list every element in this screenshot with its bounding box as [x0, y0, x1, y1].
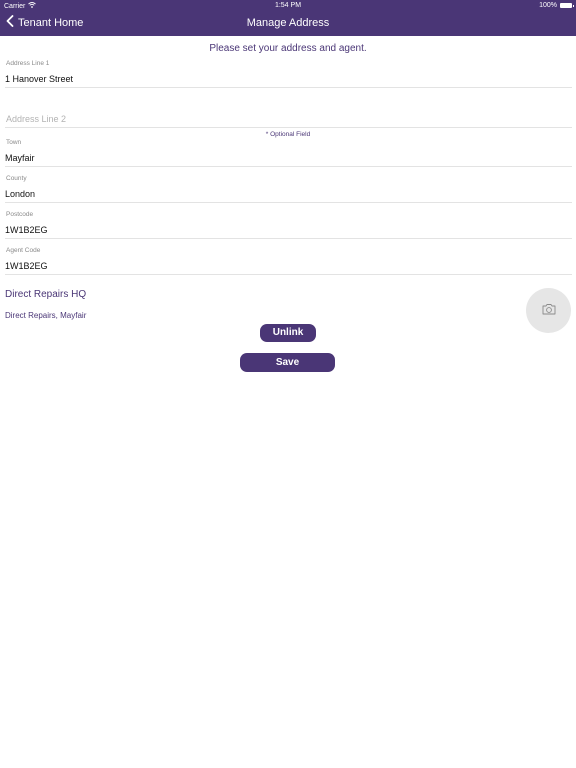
header: Carrier 1:54 PM 100% Tenant Home Manage … [0, 0, 576, 36]
battery-icon [560, 3, 574, 8]
postcode-value: 1W1B2EG [5, 225, 48, 235]
battery-percent: 100% [539, 2, 557, 9]
status-right: 100% [539, 2, 574, 9]
town-value: Mayfair [5, 153, 35, 163]
agent-code-label: Agent Code [6, 247, 41, 254]
address-line-1-value: 1 Hanover Street [5, 74, 74, 84]
agent-code-field[interactable]: Agent Code 1W1B2EG [5, 245, 572, 275]
manage-address-screen: Carrier 1:54 PM 100% Tenant Home Manage … [0, 0, 576, 768]
address-line-1-label: Address Line 1 [6, 60, 50, 67]
camera-icon [542, 302, 556, 320]
status-time: 1:54 PM [274, 2, 302, 9]
address-line-2-placeholder: Address Line 2 [6, 114, 67, 124]
address-line-2-field[interactable]: Address Line 2 [5, 108, 572, 128]
town-field[interactable]: Town Mayfair [5, 137, 572, 167]
county-value: London [5, 189, 36, 199]
agent-name: Direct Repairs HQ [5, 289, 87, 300]
save-button[interactable]: Save [240, 353, 335, 372]
postcode-field[interactable]: Postcode 1W1B2EG [5, 209, 572, 239]
county-field[interactable]: County London [5, 173, 572, 203]
nav-bar: Tenant Home Manage Address [0, 12, 576, 36]
agent-code-value: 1W1B2EG [5, 261, 48, 271]
postcode-label: Postcode [6, 211, 34, 218]
county-label: County [6, 175, 27, 182]
camera-button[interactable] [526, 288, 571, 333]
page-title: Manage Address [246, 17, 330, 29]
town-label: Town [6, 139, 22, 146]
agent-detail: Direct Repairs, Mayfair [5, 311, 87, 320]
status-bar: Carrier 1:54 PM 100% [0, 0, 576, 12]
instructions-text: Please set your address and agent. [209, 43, 367, 54]
unlink-button[interactable]: Unlink [260, 324, 316, 342]
address-line-1-field[interactable]: Address Line 1 1 Hanover Street [5, 58, 572, 88]
